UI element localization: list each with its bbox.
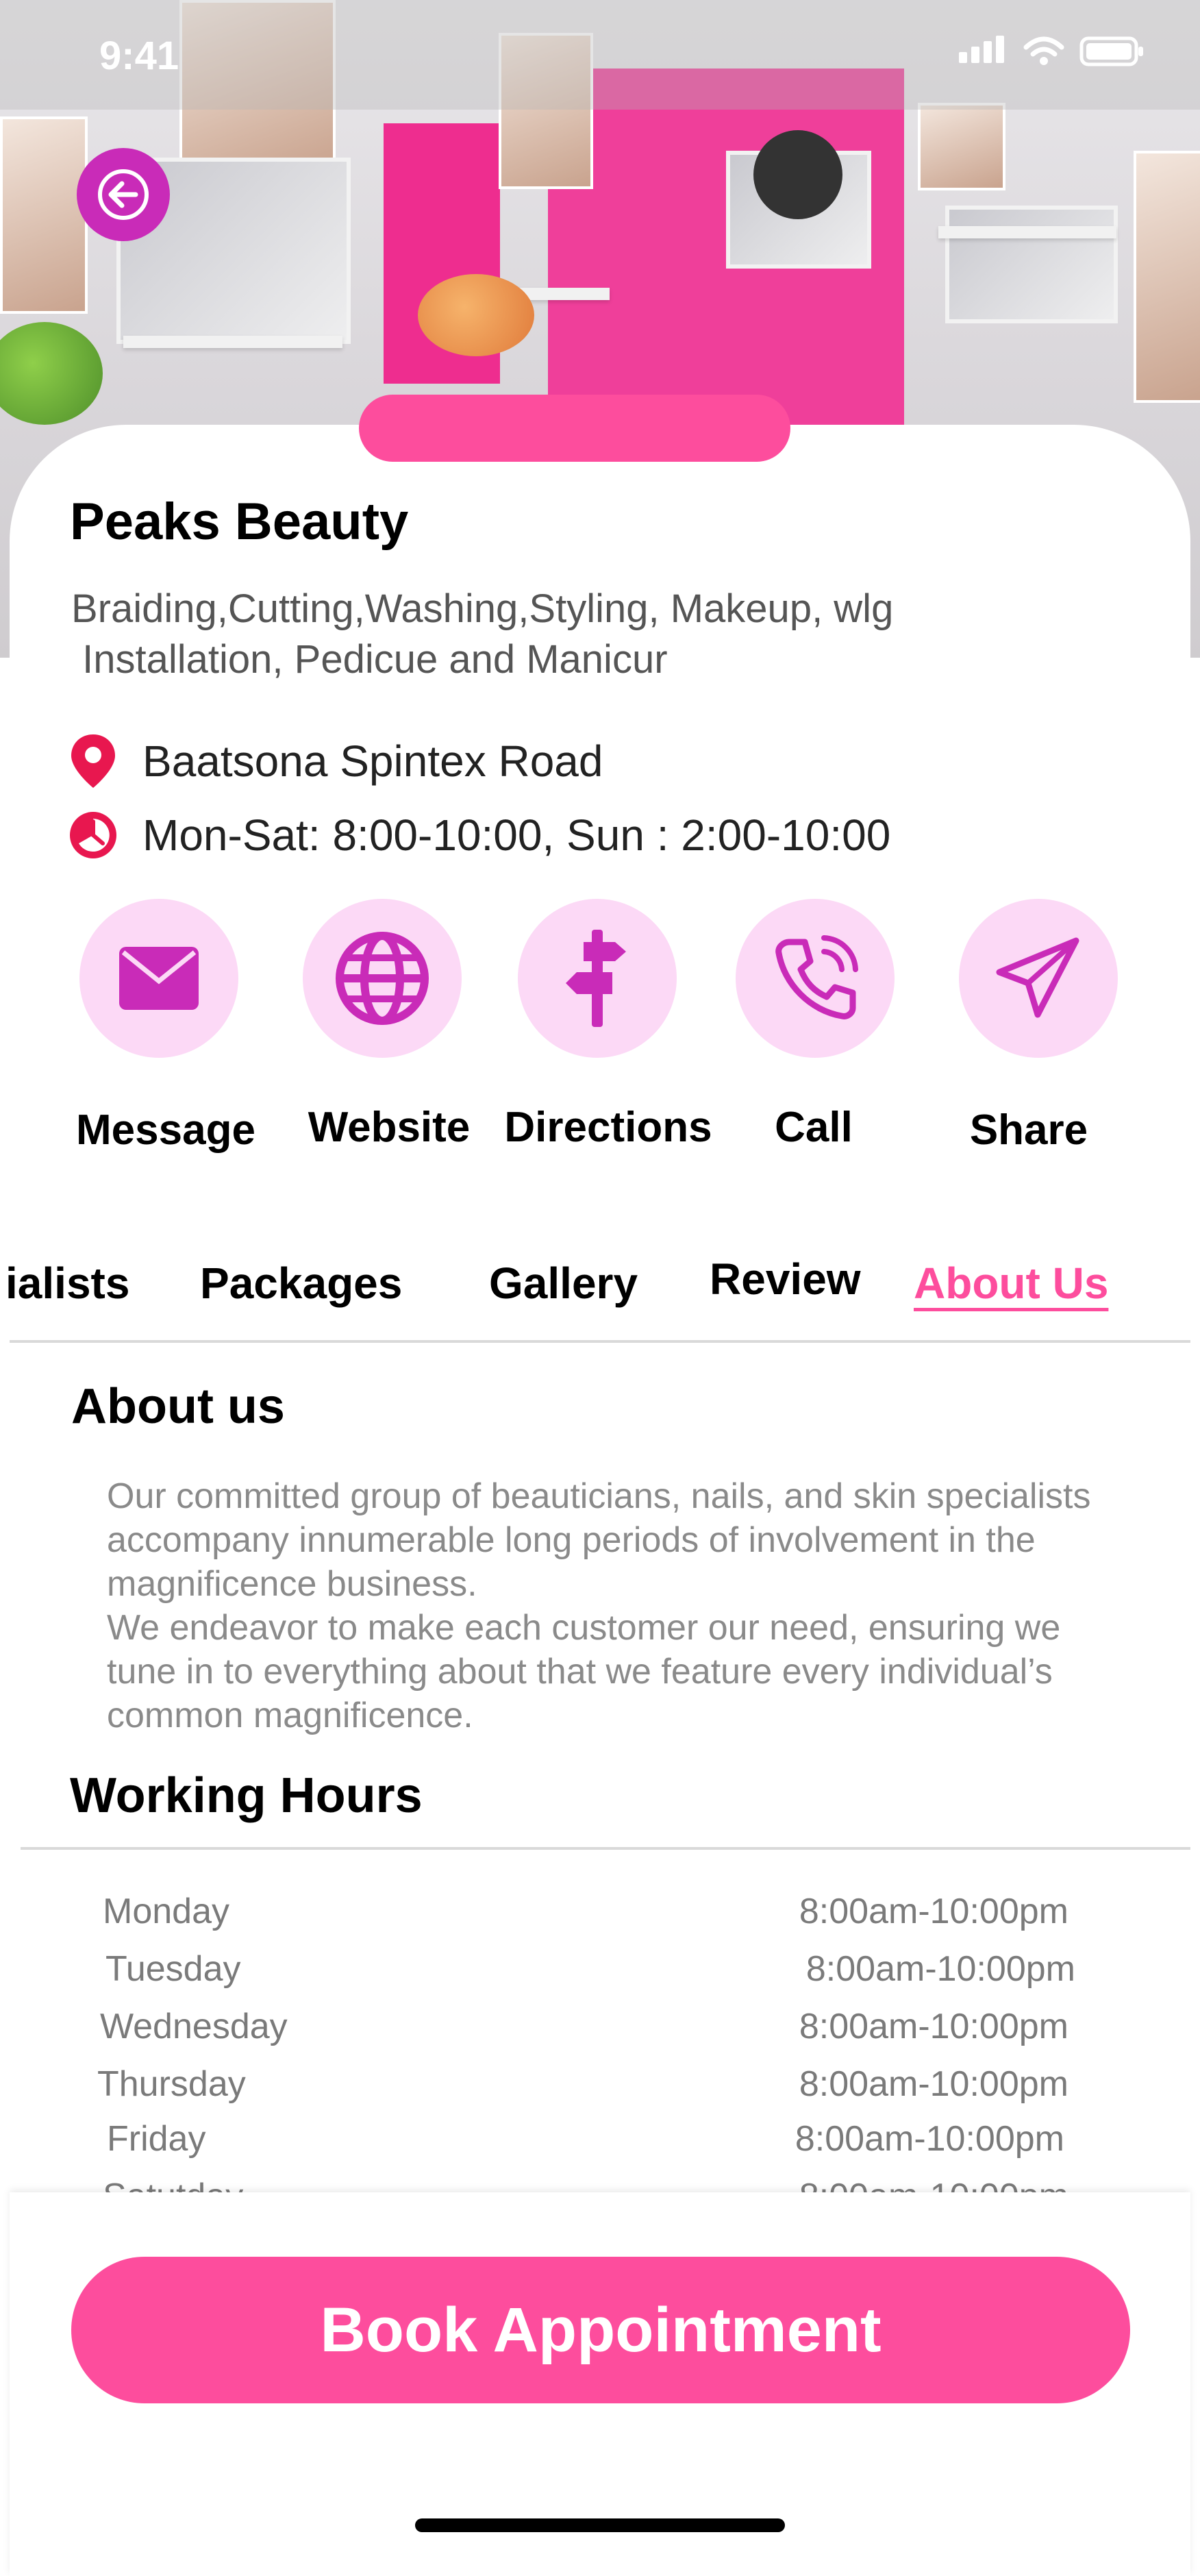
website-button[interactable] bbox=[303, 899, 462, 1058]
hero-hair-dryer bbox=[753, 130, 842, 219]
share-button[interactable] bbox=[959, 899, 1118, 1058]
hours-row: Tuesday 8:00am-10:00pm bbox=[103, 1948, 1096, 1996]
hours-summary-row: Mon-Sat: 8:00-10:00, Sun : 2:00-10:00 bbox=[68, 806, 890, 865]
directions-button[interactable] bbox=[518, 899, 677, 1058]
back-button[interactable] bbox=[77, 148, 170, 241]
signpost-icon bbox=[566, 930, 626, 1027]
hours-day: Monday bbox=[103, 1892, 229, 1931]
hours-time: 8:00am-10:00pm bbox=[799, 1892, 1068, 1931]
services-line: Braiding,Cutting,Washing,Styling, Makeup… bbox=[71, 586, 894, 631]
call-label: Call bbox=[775, 1104, 853, 1151]
hours-summary-text: Mon-Sat: 8:00-10:00, Sun : 2:00-10:00 bbox=[142, 810, 891, 860]
hero-poster bbox=[918, 103, 1005, 190]
call-button[interactable] bbox=[736, 899, 895, 1058]
battery-icon bbox=[1079, 36, 1143, 66]
hero-poster bbox=[1134, 151, 1200, 403]
working-hours-divider bbox=[21, 1847, 1190, 1850]
location-row: Baatsona Spintex Road bbox=[68, 732, 603, 791]
hours-row: Wednesday 8:00am-10:00pm bbox=[100, 2006, 1096, 2054]
envelope-icon bbox=[119, 947, 199, 1010]
home-indicator bbox=[415, 2518, 785, 2532]
tab-about-us[interactable]: About Us bbox=[914, 1258, 1108, 1309]
tab-packages[interactable]: Packages bbox=[200, 1258, 402, 1309]
business-name: Peaks Beauty bbox=[70, 493, 409, 551]
share-label: Share bbox=[969, 1106, 1088, 1154]
hours-time: 8:00am-10:00pm bbox=[795, 2119, 1064, 2159]
sheet-grabber[interactable] bbox=[359, 395, 790, 462]
status-icons bbox=[959, 36, 1145, 66]
status-time: 9:41 bbox=[99, 34, 179, 78]
signal-icon bbox=[959, 36, 1008, 66]
website-label: Website bbox=[308, 1104, 471, 1151]
directions-label: Directions bbox=[504, 1104, 712, 1151]
hero-mirror bbox=[945, 206, 1118, 323]
about-line: common magnificence. bbox=[107, 1696, 473, 1735]
about-text: Our committed group of beauticians, nail… bbox=[107, 1474, 1134, 1737]
about-heading: About us bbox=[71, 1379, 285, 1434]
about-line: Our committed group of beauticians, nail… bbox=[107, 1476, 1091, 1516]
hours-day: Thursday bbox=[97, 2064, 246, 2104]
phone-icon bbox=[775, 935, 858, 1019]
about-line: We endeavor to make each customer our ne… bbox=[107, 1608, 1061, 1648]
hours-row: Monday 8:00am-10:00pm bbox=[103, 1891, 1096, 1939]
message-button[interactable] bbox=[79, 899, 238, 1058]
tab-review[interactable]: Review bbox=[710, 1254, 861, 1304]
hero-shelf bbox=[123, 336, 342, 348]
message-label: Message bbox=[76, 1106, 255, 1154]
location-pin-icon bbox=[68, 732, 118, 791]
hero-shelf bbox=[938, 226, 1116, 238]
arrow-left-icon bbox=[98, 169, 149, 220]
business-services: Braiding,Cutting,Washing,Styling, Makeup… bbox=[71, 584, 1003, 685]
hours-row: Friday 8:00am-10:00pm bbox=[103, 2118, 1096, 2166]
about-line: tune in to everything about that we feat… bbox=[107, 1652, 1053, 1692]
book-appointment-button[interactable]: Book Appointment bbox=[71, 2257, 1130, 2403]
hours-time: 8:00am-10:00pm bbox=[799, 2064, 1068, 2104]
paper-plane-icon bbox=[996, 937, 1079, 1018]
wifi-icon bbox=[1023, 36, 1064, 65]
hours-row: Thursday 8:00am-10:00pm bbox=[97, 2064, 1096, 2111]
hero-plant bbox=[0, 322, 103, 425]
hours-time: 8:00am-10:00pm bbox=[799, 2007, 1068, 2046]
about-line: accompany innumerable long periods of in… bbox=[107, 1520, 1036, 1560]
globe-icon bbox=[336, 932, 429, 1025]
tab-gallery[interactable]: Gallery bbox=[489, 1258, 638, 1309]
about-line: magnificence business. bbox=[107, 1564, 477, 1604]
working-hours-heading: Working Hours bbox=[70, 1768, 423, 1823]
hero-poster bbox=[0, 116, 88, 314]
tab-specialists[interactable]: ialists bbox=[5, 1258, 129, 1309]
services-line: Installation, Pedicue and Manicur bbox=[71, 637, 668, 682]
clock-icon bbox=[68, 806, 118, 865]
location-text: Baatsona Spintex Road bbox=[142, 736, 603, 786]
hours-day: Friday bbox=[107, 2119, 206, 2159]
hours-time: 8:00am-10:00pm bbox=[805, 1949, 1075, 1989]
hero-flowers bbox=[418, 274, 534, 356]
tabs-divider bbox=[10, 1340, 1190, 1343]
hours-day: Wednesday bbox=[100, 2007, 288, 2046]
hours-day: Tuesday bbox=[105, 1949, 241, 1989]
